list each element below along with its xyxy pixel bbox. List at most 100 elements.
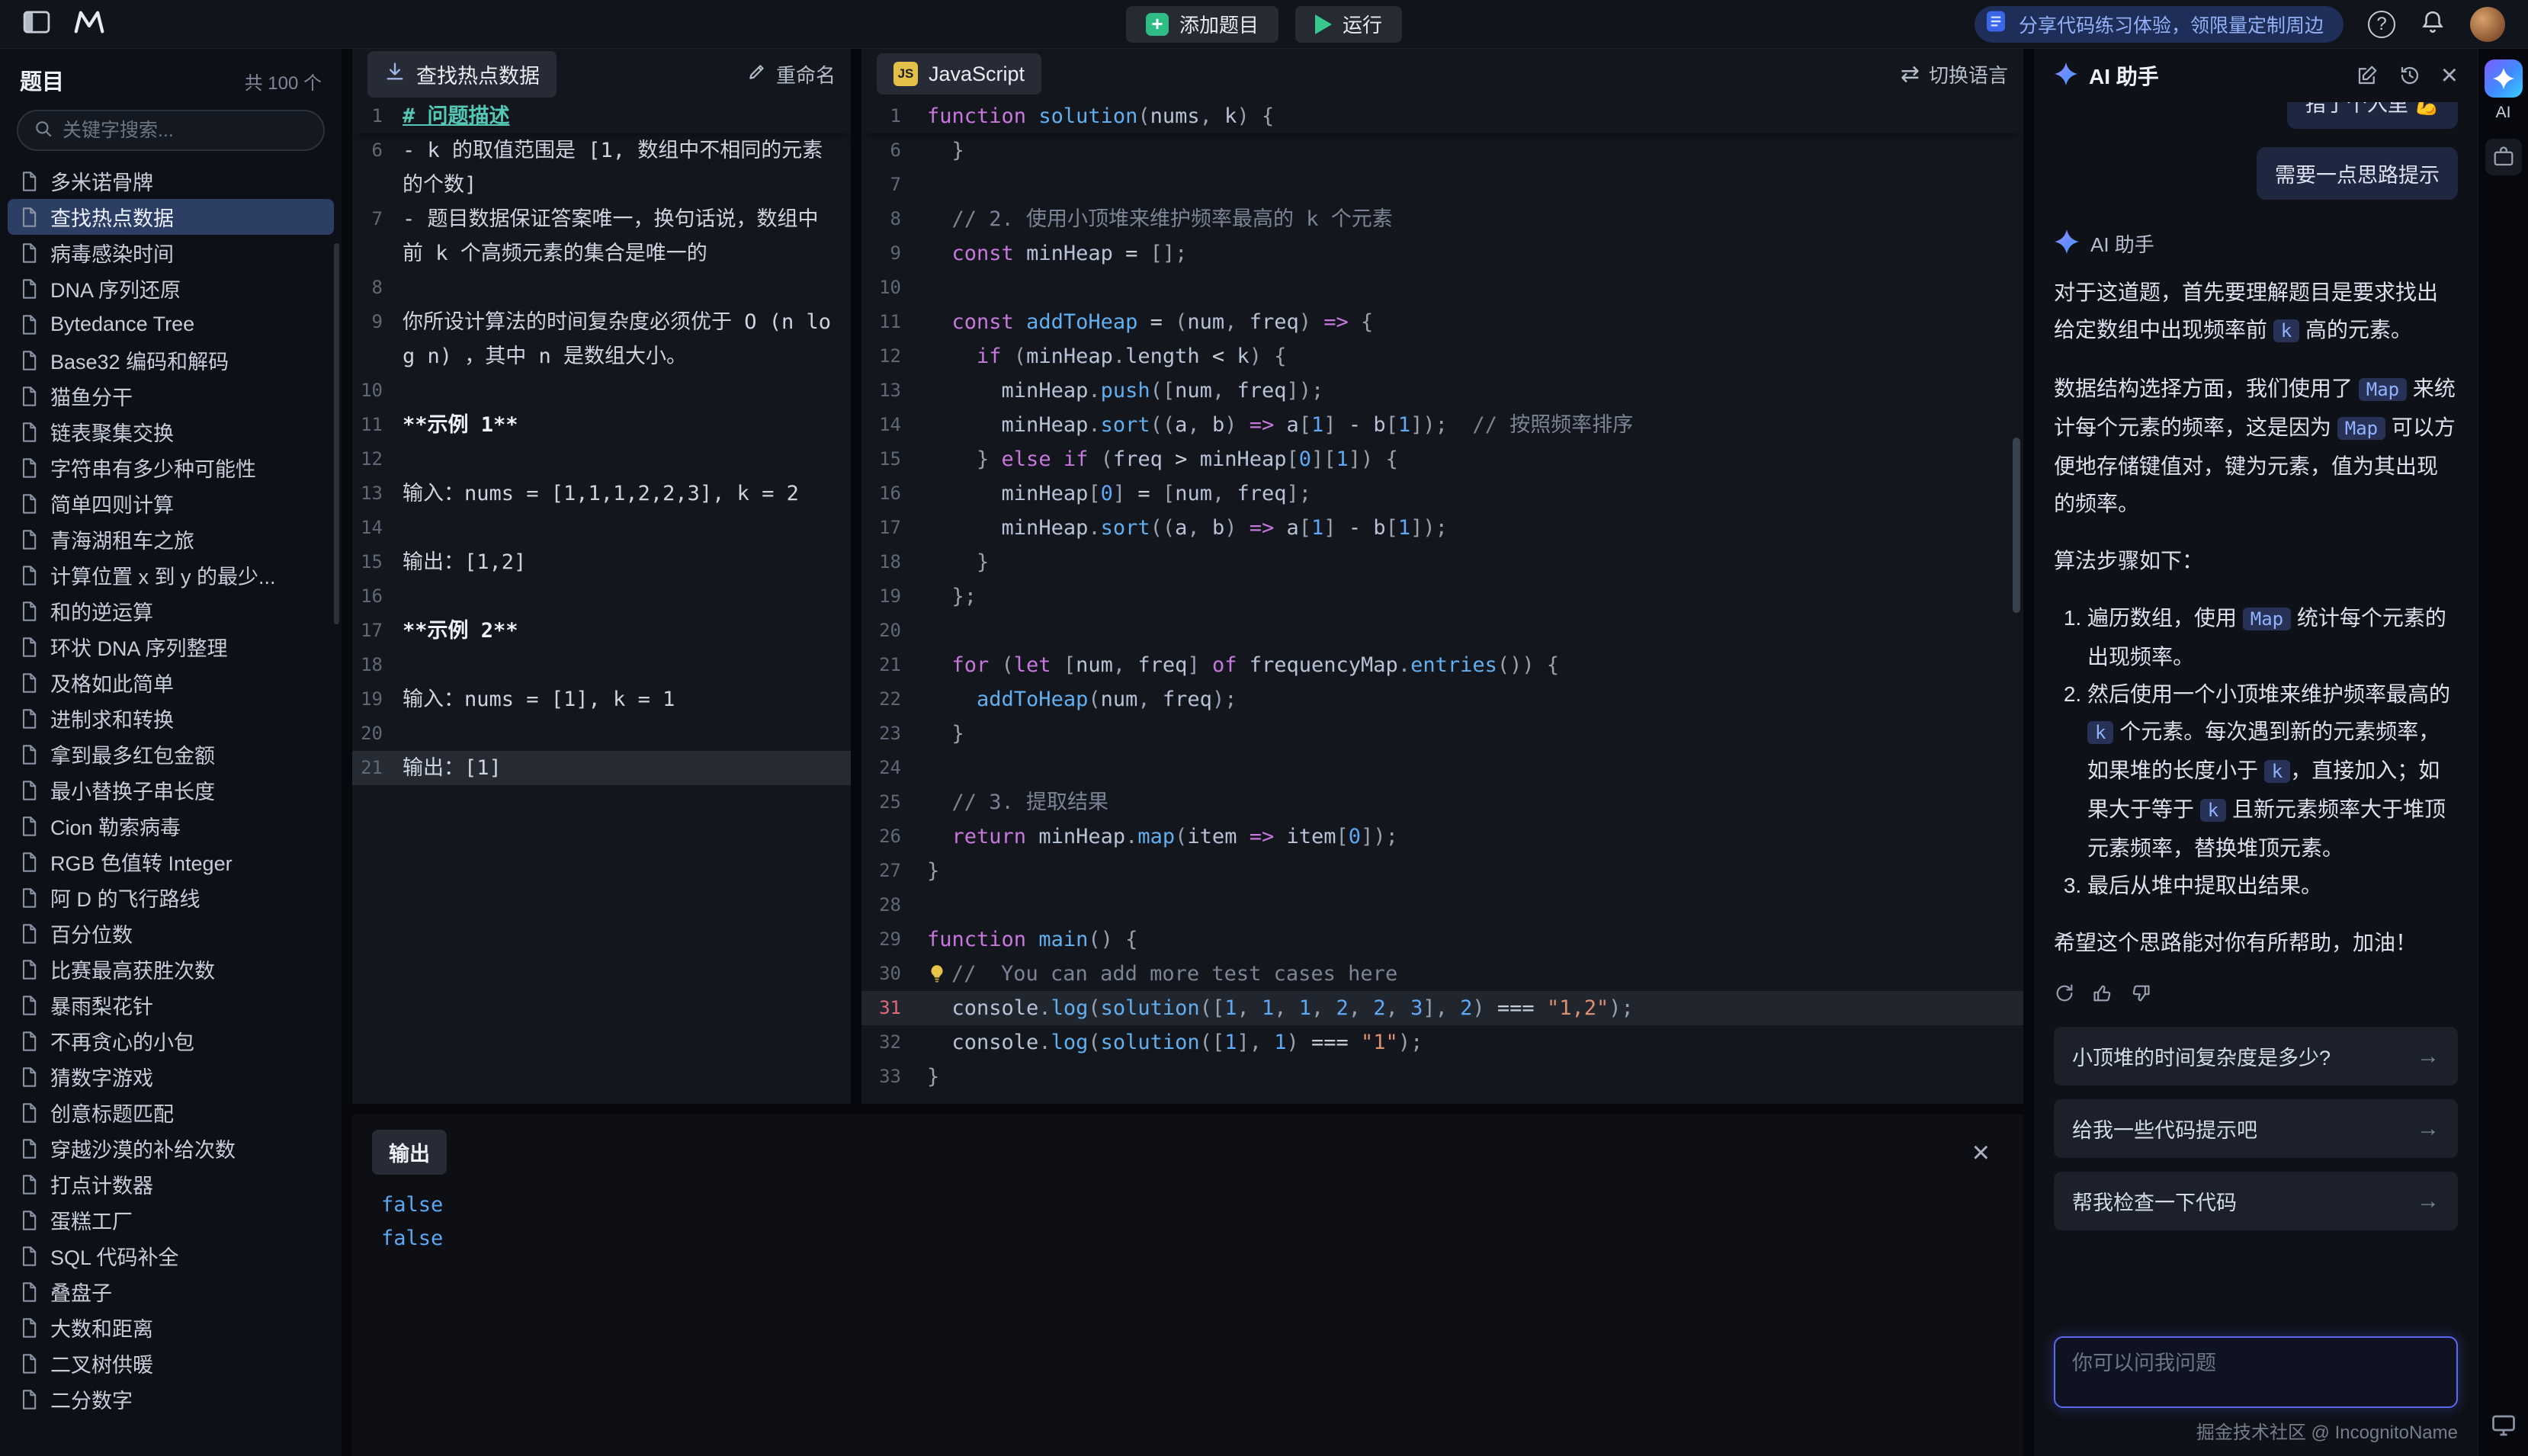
code-line[interactable]: 28 (861, 888, 2023, 922)
code-line[interactable]: 11 const addToHeap = (num, freq) => { (861, 305, 2023, 339)
sidebar-toggle-icon[interactable] (23, 10, 50, 38)
search-input[interactable] (63, 120, 308, 142)
close-output-icon[interactable]: × (1959, 1137, 2003, 1168)
suggestion-button[interactable]: 小顶堆的时间复杂度是多少?→ (2054, 1027, 2458, 1086)
sidebar-item[interactable]: 链表聚集交换 (8, 414, 334, 450)
switch-language-button[interactable]: ⇄ 切换语言 (1901, 60, 2008, 88)
code-line[interactable]: 10 (861, 271, 2023, 305)
description-line[interactable]: 19输入：nums = [1], k = 1 (352, 682, 851, 717)
sidebar-item[interactable]: 进制求和转换 (8, 701, 334, 736)
description-line[interactable]: 1# 问题描述 (352, 99, 851, 133)
description-editor[interactable]: 1# 问题描述6- k 的取值范围是 [1, 数组中不相同的元素的个数]7- 题… (352, 99, 851, 1104)
code-line[interactable]: 21 for (let [num, freq] of frequencyMap.… (861, 648, 2023, 682)
code-line[interactable]: 1function solution(nums, k) { (861, 99, 2023, 133)
code-line[interactable]: 7 (861, 168, 2023, 202)
code-line[interactable]: 31 console.log(solution([1, 1, 1, 2, 2, … (861, 991, 2023, 1025)
lightbulb-icon[interactable] (927, 960, 947, 991)
description-tab[interactable]: 查找热点数据 (367, 51, 557, 98)
promo-banner[interactable]: 分享代码练习体验，领限量定制周边 (1975, 6, 2344, 43)
sidebar-item[interactable]: 最小替换子串长度 (8, 772, 334, 808)
bell-icon[interactable] (2420, 9, 2446, 39)
sidebar-item[interactable]: 猜数字游戏 (8, 1059, 334, 1095)
sidebar-item[interactable]: 字符串有多少种可能性 (8, 450, 334, 486)
sidebar-item[interactable]: 拿到最多红包金额 (8, 736, 334, 772)
code-line[interactable]: 24 (861, 751, 2023, 785)
sidebar-item[interactable]: 多米诺骨牌 (8, 163, 334, 199)
sidebar-scrollbar[interactable] (334, 243, 339, 624)
code-line[interactable]: 17 minHeap.sort((a, b) => a[1] - b[1]); (861, 511, 2023, 545)
help-icon[interactable]: ? (2368, 11, 2395, 38)
sidebar-item[interactable]: Bytedance Tree (8, 306, 334, 342)
run-button[interactable]: 运行 (1295, 6, 1402, 43)
ai-assistant-launcher[interactable] (2485, 59, 2523, 98)
sidebar-item[interactable]: DNA 序列还原 (8, 271, 334, 306)
description-line[interactable]: 11**示例 1** (352, 408, 851, 442)
description-line[interactable]: 9你所设计算法的时间复杂度必须优于 O (n log n) ，其中 n 是数组大… (352, 305, 851, 374)
code-line[interactable]: 22 addToHeap(num, freq); (861, 682, 2023, 717)
code-line[interactable]: 23 } (861, 717, 2023, 751)
sidebar-item[interactable]: 不再贪心的小包 (8, 1023, 334, 1059)
suggestion-button[interactable]: 给我一些代码提示吧→ (2054, 1099, 2458, 1158)
ai-chat-area[interactable]: 指了个入里 💪 需要一点思路提示 AI 助手 对于这道题，首先要理解题目是要求找… (2034, 102, 2478, 1320)
description-line[interactable]: 8 (352, 271, 851, 305)
sidebar-item[interactable]: Cion 勒索病毒 (8, 808, 334, 844)
sidebar-item[interactable]: 百分位数 (8, 916, 334, 951)
code-line[interactable]: 20 (861, 614, 2023, 648)
code-line[interactable]: 13 minHeap.push([num, freq]); (861, 374, 2023, 408)
user-avatar[interactable] (2470, 7, 2505, 42)
description-line[interactable]: 7- 题目数据保证答案唯一，换句话说，数组中前 k 个高频元素的集合是唯一的 (352, 202, 851, 271)
code-line[interactable]: 15 } else if (freq > minHeap[0][1]) { (861, 442, 2023, 476)
sidebar-item[interactable]: 比赛最高获胜次数 (8, 951, 334, 987)
sidebar-item[interactable]: 叠盘子 (8, 1274, 334, 1310)
add-problem-button[interactable]: + 添加题目 (1126, 6, 1278, 43)
sidebar-item[interactable]: RGB 色值转 Integer (8, 844, 334, 880)
description-line[interactable]: 18 (352, 648, 851, 682)
sidebar-item[interactable]: 青海湖租车之旅 (8, 521, 334, 557)
description-line[interactable]: 16 (352, 579, 851, 614)
sidebar-item[interactable]: 和的逆运算 (8, 593, 334, 629)
sidebar-item[interactable]: 打点计数器 (8, 1166, 334, 1202)
code-line[interactable]: 26 return minHeap.map(item => item[0]); (861, 819, 2023, 854)
sidebar-item[interactable]: 及格如此简单 (8, 665, 334, 701)
sidebar-item[interactable]: 计算位置 x 到 y 的最少... (8, 557, 334, 593)
code-line[interactable]: 19 }; (861, 579, 2023, 614)
code-editor[interactable]: 1function solution(nums, k) {6 }78 // 2.… (861, 99, 2023, 1104)
sidebar-item[interactable]: 二叉树供暖 (8, 1345, 334, 1381)
code-line[interactable]: 6 } (861, 133, 2023, 168)
description-line[interactable]: 20 (352, 717, 851, 751)
ai-chat-input[interactable] (2072, 1352, 2440, 1375)
sidebar-item[interactable]: 病毒感染时间 (8, 235, 334, 271)
close-ai-panel-icon[interactable]: × (2441, 61, 2458, 90)
code-line[interactable]: 9 const minHeap = []; (861, 236, 2023, 271)
sidebar-item[interactable]: 阿 D 的飞行路线 (8, 880, 334, 916)
sidebar-item[interactable]: 二分数字 (8, 1381, 334, 1417)
description-line[interactable]: 15输出：[1,2] (352, 545, 851, 579)
sidebar-item[interactable]: 大数和距离 (8, 1310, 334, 1345)
regenerate-icon[interactable] (2054, 983, 2075, 1004)
search-box[interactable] (17, 110, 325, 151)
new-chat-icon[interactable] (2356, 64, 2379, 87)
description-line[interactable]: 6- k 的取值范围是 [1, 数组中不相同的元素的个数] (352, 133, 851, 202)
sidebar-item[interactable]: 穿越沙漠的补给次数 (8, 1130, 334, 1166)
language-tab[interactable]: JS JavaScript (877, 53, 1041, 95)
description-line[interactable]: 10 (352, 374, 851, 408)
editor-scrollbar[interactable] (2013, 438, 2020, 613)
ai-input-box[interactable] (2054, 1336, 2458, 1408)
app-logo[interactable] (73, 9, 105, 39)
code-line[interactable]: 8 // 2. 使用小顶堆来维护频率最高的 k 个元素 (861, 202, 2023, 236)
description-line[interactable]: 17**示例 2** (352, 614, 851, 648)
monitor-icon[interactable] (2490, 1412, 2517, 1439)
history-icon[interactable] (2398, 64, 2421, 87)
rename-button[interactable]: 重命名 (747, 60, 836, 88)
code-line[interactable]: 18 } (861, 545, 2023, 579)
sidebar-item[interactable]: 简单四则计算 (8, 486, 334, 521)
sidebar-item[interactable]: 暴雨梨花针 (8, 987, 334, 1023)
sidebar-item[interactable]: 查找热点数据 (8, 199, 334, 235)
description-line[interactable]: 12 (352, 442, 851, 476)
thumbs-up-icon[interactable] (2092, 983, 2113, 1004)
code-line[interactable]: 30// You can add more test cases here (861, 957, 2023, 991)
suggestion-button[interactable]: 帮我检查一下代码→ (2054, 1172, 2458, 1230)
code-line[interactable]: 14 minHeap.sort((a, b) => a[1] - b[1]); … (861, 408, 2023, 442)
sidebar-item[interactable]: 环状 DNA 序列整理 (8, 629, 334, 665)
code-line[interactable]: 27} (861, 854, 2023, 888)
